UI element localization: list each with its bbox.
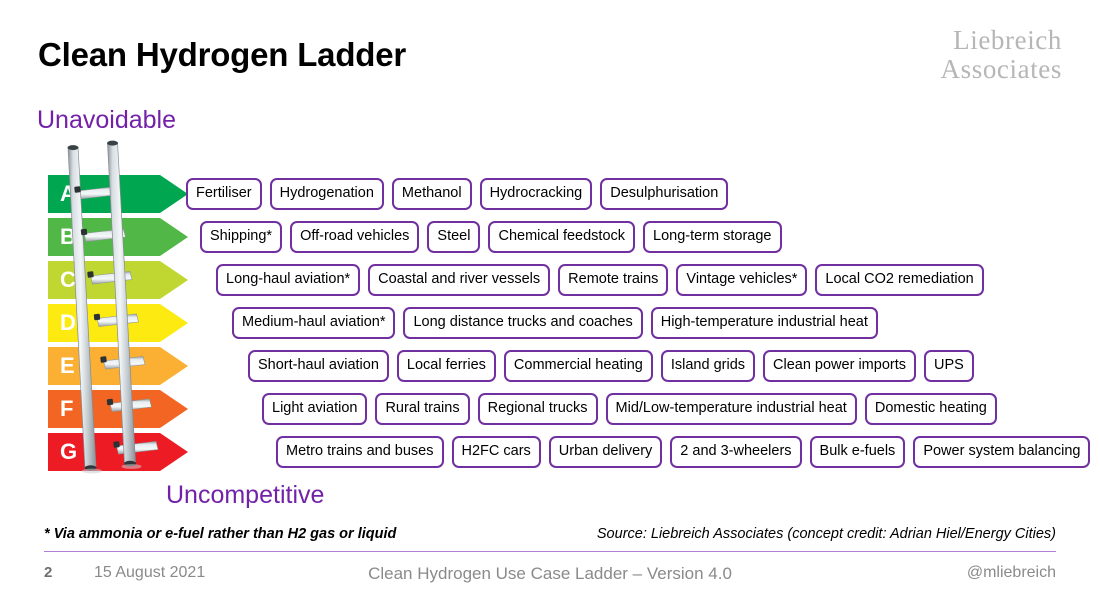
use-case-pill[interactable]: Medium-haul aviation* xyxy=(232,307,396,339)
ladder-row-g: G Metro trains and buses H2FC cars Urban de… xyxy=(0,433,1100,471)
liebreich-associates-logo: Liebreich Associates xyxy=(940,25,1062,85)
grade-band-g: G xyxy=(48,433,188,471)
use-case-pill[interactable]: Short-haul aviation xyxy=(248,350,389,382)
use-case-pill[interactable]: Methanol xyxy=(391,178,472,210)
use-case-list-d: Medium-haul aviation* Long distance truck… xyxy=(232,304,878,342)
use-case-pill[interactable]: Mid/Low-temperature industrial heat xyxy=(605,393,857,425)
grade-letter: D xyxy=(60,310,76,335)
use-case-pill[interactable]: Desulphurisation xyxy=(600,178,729,210)
use-case-pill[interactable]: Long-haul aviation* xyxy=(216,264,361,296)
use-case-pill[interactable]: Island grids xyxy=(660,350,756,382)
use-case-pill[interactable]: Power system balancing xyxy=(913,436,1091,468)
logo-line-1: Liebreich xyxy=(953,25,1062,55)
use-case-pill[interactable]: Metro trains and buses xyxy=(276,436,444,468)
use-case-pill[interactable]: Bulk e-fuels xyxy=(809,436,906,468)
use-case-pill[interactable]: Hydrogenation xyxy=(269,178,384,210)
use-case-pill[interactable]: Hydrocracking xyxy=(479,178,593,210)
ladder-row-c: C Long-haul aviation* Coastal and river ve… xyxy=(0,261,1100,299)
use-case-pill[interactable]: Urban delivery xyxy=(548,436,663,468)
slide-footer: 2 15 August 2021 Clean Hydrogen Use Case… xyxy=(44,560,1056,590)
grade-band-c: C xyxy=(48,261,188,299)
use-case-list-a: Fertiliser Hydrogenation Methanol Hydrocrac… xyxy=(186,175,729,213)
grade-letter: A xyxy=(60,181,76,206)
use-case-pill[interactable]: Steel xyxy=(427,221,481,253)
use-case-pill[interactable]: H2FC cars xyxy=(451,436,541,468)
logo-line-2: Associates xyxy=(940,54,1062,85)
use-case-pill[interactable]: Remote trains xyxy=(558,264,669,296)
use-case-pill[interactable]: Light aviation xyxy=(262,393,368,425)
axis-label-unavoidable: Unavoidable xyxy=(37,106,176,134)
footnote-text: * Via ammonia or e-fuel rather than H2 g… xyxy=(44,526,397,542)
grade-band-a: A xyxy=(48,175,188,213)
page-title: Clean Hydrogen Ladder xyxy=(38,36,407,73)
use-case-pill[interactable]: Coastal and river vessels xyxy=(368,264,551,296)
grade-letter: E xyxy=(60,353,75,378)
use-case-pill[interactable]: Chemical feedstock xyxy=(488,221,636,253)
grade-band-f: F xyxy=(48,390,188,428)
use-case-list-b: Shipping* Off-road vehicles Steel Chemical … xyxy=(200,218,782,256)
notes-row: * Via ammonia or e-fuel rather than H2 g… xyxy=(44,526,1056,550)
use-case-pill[interactable]: Shipping* xyxy=(200,221,283,253)
use-case-pill[interactable]: Vintage vehicles* xyxy=(676,264,808,296)
use-case-pill[interactable]: Domestic heating xyxy=(864,393,997,425)
slide-canvas: Clean Hydrogen Ladder Liebreich Associat… xyxy=(0,0,1100,615)
ladder-row-d: D Medium-haul aviation* Long distance truc… xyxy=(0,304,1100,342)
ladder-row-a: A Fertiliser Hydrogenation Methanol Hydrocra… xyxy=(0,175,1100,213)
use-case-list-f: Light aviation Rural trains Regional truck… xyxy=(262,390,997,428)
use-case-pill[interactable]: 2 and 3-wheelers xyxy=(670,436,802,468)
use-case-pill[interactable]: Local ferries xyxy=(396,350,496,382)
footer-handle: @mliebreich xyxy=(966,564,1056,581)
use-case-pill[interactable]: Rural trains xyxy=(375,393,470,425)
use-case-pill[interactable]: Fertiliser xyxy=(186,178,262,210)
axis-label-uncompetitive: Uncompetitive xyxy=(166,481,325,509)
source-text: Source: Liebreich Associates (concept cr… xyxy=(596,526,1056,542)
footer-title: Clean Hydrogen Use Case Ladder – Version… xyxy=(368,564,732,583)
ladder-row-e: E Short-haul aviation Local ferries Commerc… xyxy=(0,347,1100,385)
use-case-pill[interactable]: UPS xyxy=(924,350,974,382)
use-case-list-g: Metro trains and buses H2FC cars Urban del… xyxy=(276,433,1091,471)
grade-letter: F xyxy=(60,396,74,421)
use-case-pill[interactable]: High-temperature industrial heat xyxy=(650,307,878,339)
ladder-row-b: B Shipping* Off-road vehicles Steel Chemical… xyxy=(0,218,1100,256)
use-case-list-c: Long-haul aviation* Coastal and river ves… xyxy=(216,261,984,299)
use-case-pill[interactable]: Off-road vehicles xyxy=(290,221,420,253)
footer-divider xyxy=(44,551,1056,552)
use-case-pill[interactable]: Local CO2 remediation xyxy=(815,264,984,296)
grade-band-b: B xyxy=(48,218,188,256)
grade-band-d: D xyxy=(48,304,188,342)
grade-letter: G xyxy=(60,439,78,464)
grade-band-e: E xyxy=(48,347,188,385)
ladder-row-f: F Light aviation Rural trains Regional truc… xyxy=(0,390,1100,428)
use-case-pill[interactable]: Commercial heating xyxy=(503,350,653,382)
ladder-rows: A Fertiliser Hydrogenation Methanol Hydrocra… xyxy=(0,175,1100,476)
use-case-list-e: Short-haul aviation Local ferries Commerci… xyxy=(248,347,974,385)
grade-letter: C xyxy=(60,267,76,292)
use-case-pill[interactable]: Clean power imports xyxy=(763,350,916,382)
use-case-pill[interactable]: Long distance trucks and coaches xyxy=(403,307,643,339)
grade-letter: B xyxy=(60,224,76,249)
use-case-pill[interactable]: Regional trucks xyxy=(477,393,598,425)
use-case-pill[interactable]: Long-term storage xyxy=(643,221,782,253)
